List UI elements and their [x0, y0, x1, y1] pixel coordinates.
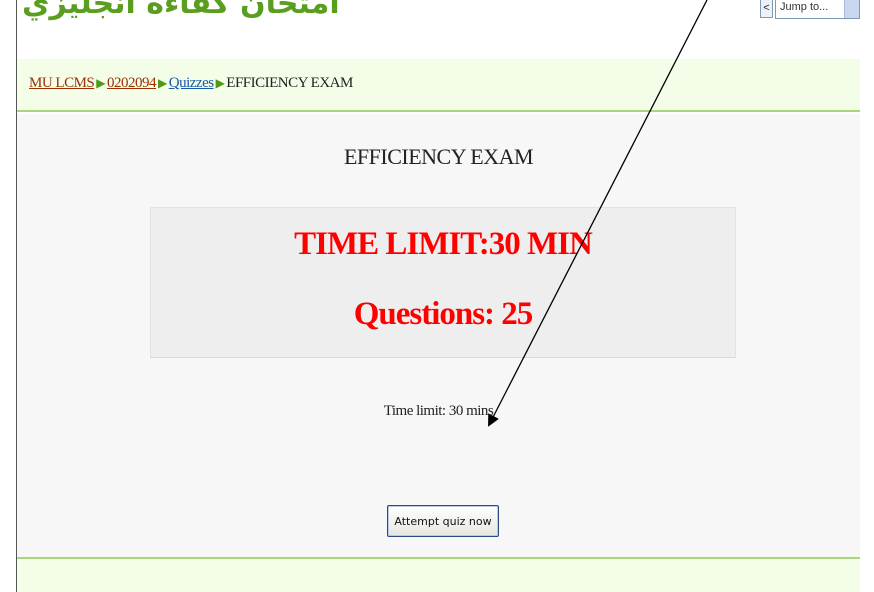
- breadcrumb-current: EFFICIENCY EXAM: [226, 75, 353, 91]
- navbar: MU LCMS ▶ 0202094 ▶ Quizzes ▶ EFFICIENCY EXAM: [17, 59, 860, 112]
- quiz-question-count: Questions: 25: [353, 296, 534, 332]
- breadcrumb-separator-icon: ▶: [96, 76, 106, 90]
- quiz-title: EFFICIENCY EXAM: [343, 144, 534, 169]
- quiz-content: EFFICIENCY EXAM TIME LIMIT:30 MIN Questi…: [17, 114, 860, 557]
- site-title: امتحان كفاءه انجليزي: [22, 0, 341, 21]
- jump-to-select-value: Jump to...: [780, 1, 829, 13]
- breadcrumb-separator-icon: ▶: [158, 76, 167, 90]
- quiz-intro-box: TIME LIMIT:30 MIN Questions: 25: [150, 207, 736, 358]
- quiz-time-limit-text: Time limit: 30 mins: [383, 403, 494, 419]
- breadcrumb-quizzes-link[interactable]: Quizzes: [169, 75, 214, 91]
- footer-bar: [17, 557, 860, 592]
- jump-menu: < Jump to...: [760, 0, 860, 20]
- breadcrumb: MU LCMS ▶ 0202094 ▶ Quizzes ▶ EFFICIENCY EXAM: [29, 75, 353, 92]
- quiz-time-limit-heading: TIME LIMIT:30 MIN: [294, 226, 593, 262]
- jump-to-select[interactable]: Jump to...: [775, 0, 860, 19]
- breadcrumb-separator-icon: ▶: [215, 76, 225, 90]
- attempt-quiz-button[interactable]: Attempt quiz now: [387, 505, 499, 537]
- breadcrumb-course-link[interactable]: 0202094: [107, 75, 157, 91]
- jump-menu-prev-button[interactable]: <: [760, 0, 773, 18]
- breadcrumb-home-link[interactable]: MU LCMS: [29, 75, 95, 91]
- chevron-down-icon[interactable]: [844, 0, 859, 18]
